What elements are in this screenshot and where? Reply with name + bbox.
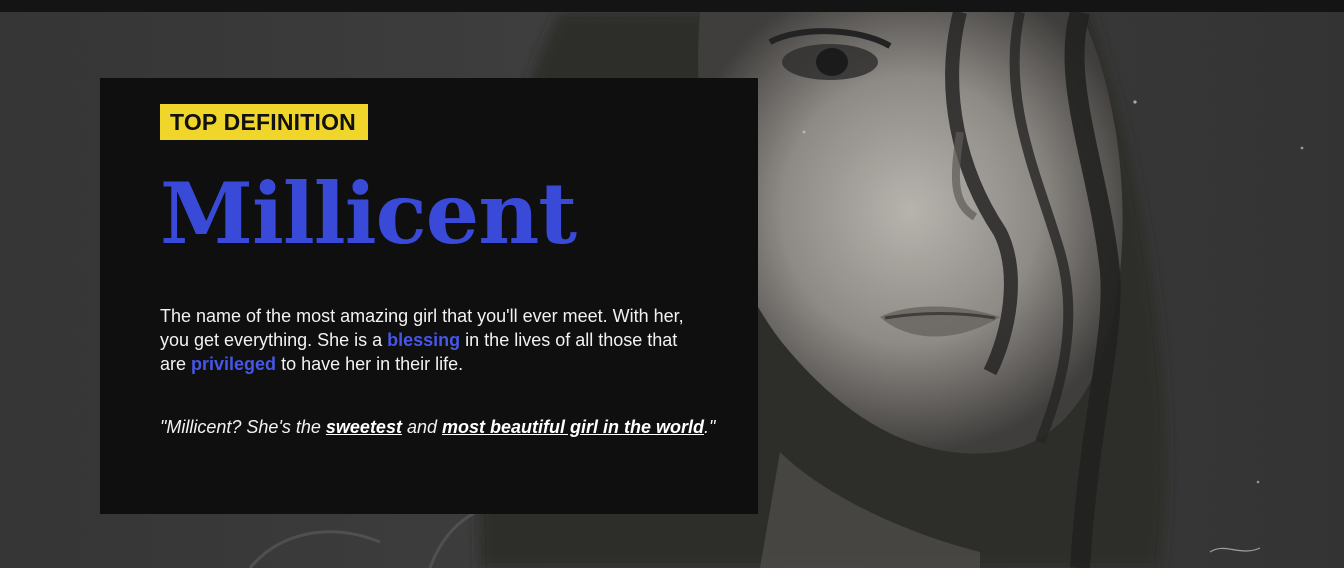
top-strip (0, 0, 1344, 12)
link-sweetest[interactable]: sweetest (326, 417, 402, 437)
link-blessing[interactable]: blessing (387, 330, 460, 350)
example-text: ." (704, 417, 716, 437)
example-text: and (401, 417, 442, 437)
link-most-beautiful-girl[interactable]: most beautiful girl in the world (442, 417, 704, 437)
page: TOP DEFINITION Millicent The name of the… (0, 0, 1344, 568)
definition-example: "Millicent? She's the sweetest and most … (160, 415, 740, 439)
definition-meaning: The name of the most amazing girl that y… (160, 304, 700, 376)
example-text: "Millicent? She's the (160, 417, 326, 437)
meaning-text: to have her in their life. (276, 354, 464, 374)
top-definition-badge: TOP DEFINITION (160, 104, 368, 140)
link-privileged[interactable]: privileged (191, 354, 276, 374)
word-title[interactable]: Millicent (160, 169, 577, 258)
definition-card: TOP DEFINITION Millicent The name of the… (100, 78, 758, 514)
